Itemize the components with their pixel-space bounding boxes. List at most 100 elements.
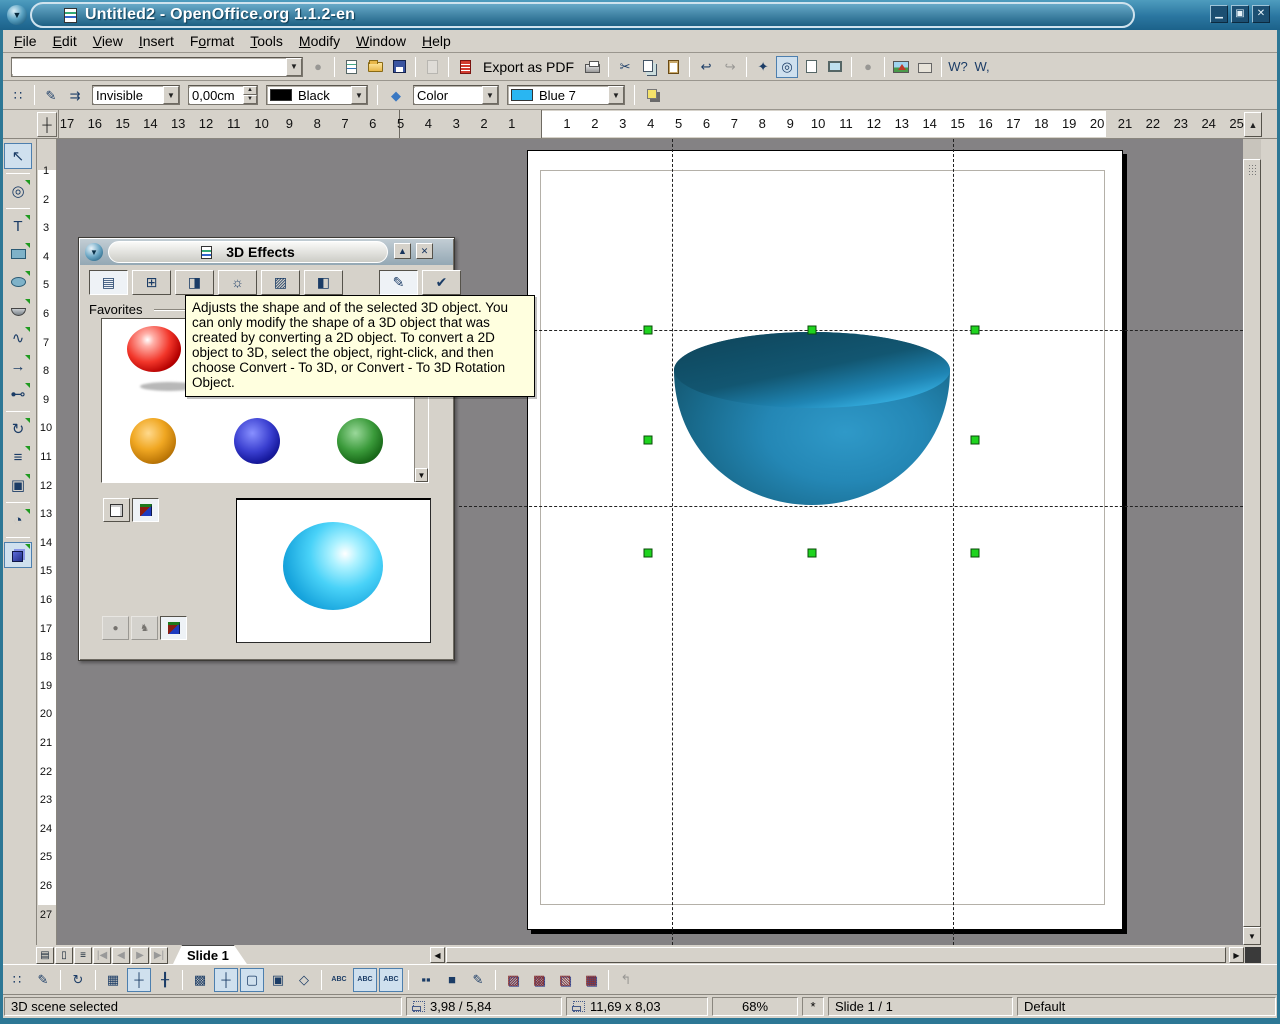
dialog-titlebar[interactable]: ▼ 3D Effects ▲ ✕ (80, 239, 453, 265)
helplines-while-moving-icon[interactable]: ╂ (153, 968, 177, 992)
menu-window[interactable]: Window (348, 31, 414, 51)
insert-tool[interactable]: ◔ (4, 507, 32, 533)
text-placeholder-icon[interactable]: ▧ (553, 968, 577, 992)
rotation-mode-icon[interactable]: ↻ (66, 968, 90, 992)
favorite-orange-sphere[interactable] (130, 418, 176, 464)
tab-illumination[interactable]: ☼ (218, 270, 257, 295)
fill-color-value[interactable] (536, 88, 608, 103)
snap-line-vertical-2[interactable] (953, 139, 954, 945)
selection-handle[interactable] (971, 436, 980, 445)
chevron-down-icon[interactable]: ▼ (351, 86, 367, 104)
zoom-icon[interactable]: ◎ (776, 56, 798, 78)
scroll-down-button[interactable]: ▼ (1243, 927, 1261, 945)
fill-type-value[interactable] (414, 88, 482, 103)
shadow-icon[interactable] (642, 84, 664, 106)
menu-edit[interactable]: Edit (45, 31, 85, 51)
line-color-combo[interactable]: ▼ (266, 85, 368, 105)
paste-icon[interactable] (662, 56, 684, 78)
menu-insert[interactable]: Insert (131, 31, 182, 51)
menu-tools[interactable]: Tools (242, 31, 291, 51)
line-color-value[interactable] (295, 88, 351, 103)
vertical-scrollbar-thumb[interactable] (1243, 159, 1261, 927)
chevron-down-icon[interactable]: ▼ (608, 86, 624, 104)
favorite-blue-sphere[interactable] (234, 418, 280, 464)
selection-handle[interactable] (971, 326, 980, 335)
horizontal-scrollbar-thumb[interactable] (446, 947, 1226, 963)
modify-with-attributes-icon[interactable]: ✎ (466, 968, 490, 992)
undo-icon[interactable]: ↩ (695, 56, 717, 78)
chevron-down-icon[interactable]: ▼ (286, 58, 302, 76)
chevron-down-icon[interactable]: ▼ (163, 86, 179, 104)
vertical-ruler[interactable]: 1234567891011121314151617181920212223242… (37, 139, 57, 945)
select-tool[interactable]: ↖ (4, 143, 32, 169)
snap-to-snap-lines-icon[interactable]: ┼ (214, 968, 238, 992)
snap-to-page-margins-icon[interactable]: ▢ (240, 968, 264, 992)
3d-bowl-object[interactable] (662, 325, 962, 525)
snap-to-grid-icon[interactable]: ▩ (188, 968, 212, 992)
pen-style-icon[interactable]: ✎ (40, 84, 62, 106)
rollup-button[interactable]: ▲ (394, 243, 411, 259)
horizontal-scrollbar[interactable]: ◀ ▶ (430, 947, 1261, 963)
picture-placeholder-icon[interactable]: ▨ (501, 968, 525, 992)
chevron-down-icon[interactable]: ▼ (482, 86, 498, 104)
selection-handle[interactable] (644, 436, 653, 445)
save-document-icon[interactable] (388, 56, 410, 78)
scroll-up-button[interactable]: ▲ (1244, 112, 1262, 137)
line-style-combo[interactable]: ▼ (92, 85, 180, 105)
zoom-tool[interactable]: ◎ (4, 178, 32, 204)
copy-icon[interactable] (638, 56, 660, 78)
quick-edit-pen-icon[interactable]: ✎ (31, 968, 55, 992)
status-size[interactable]: 11,69 x 8,03 (566, 997, 708, 1016)
line-width-value[interactable] (189, 88, 243, 103)
objects-3d-tool[interactable] (4, 297, 32, 323)
menu-file[interactable]: File (6, 31, 45, 51)
new-document-icon[interactable] (340, 56, 362, 78)
dialog-menu-button[interactable]: ▼ (85, 243, 103, 261)
edit-points-mode-icon[interactable]: ∷ (5, 968, 29, 992)
assign-button[interactable]: ✔ (422, 270, 461, 295)
line-width-spinner[interactable]: ▲▼ (243, 86, 257, 104)
maximize-button[interactable]: ▣ (1231, 5, 1249, 23)
open-document-icon[interactable] (364, 56, 386, 78)
print-icon[interactable] (581, 56, 603, 78)
minimize-button[interactable]: ▁ (1210, 5, 1228, 23)
alignment-tool[interactable]: ≡ (4, 444, 32, 470)
select-text-area-icon[interactable]: ABC (327, 968, 351, 992)
slide-view-button[interactable]: ▯ (55, 947, 73, 964)
show-grid-icon[interactable]: ▦ (101, 968, 125, 992)
convert-to-rotation-object-button[interactable] (132, 498, 159, 522)
dialog-close-button[interactable]: ✕ (416, 243, 433, 259)
contour-mode-icon[interactable]: ▩ (527, 968, 551, 992)
status-slide[interactable]: Slide 1 / 1 (828, 997, 1013, 1016)
close-button[interactable]: ✕ (1252, 5, 1270, 23)
export-pdf-label[interactable]: Export as PDF (478, 56, 579, 78)
tab-favorites[interactable]: ▤ (89, 270, 128, 295)
show-snap-lines-icon[interactable]: ┼ (127, 968, 151, 992)
ellipse-tool[interactable] (4, 269, 32, 295)
menu-view[interactable]: View (85, 31, 131, 51)
url-combo[interactable]: ▼ (11, 57, 303, 77)
tab-material[interactable]: ◧ (304, 270, 343, 295)
whats-this-help-icon[interactable]: W? (947, 56, 969, 78)
scroll-right-button[interactable]: ▶ (1229, 947, 1244, 963)
selection-handle[interactable] (808, 326, 817, 335)
tab-slide-1[interactable]: Slide 1 (173, 945, 247, 964)
curve-tool[interactable]: ∿ (4, 325, 32, 351)
help-agent-icon[interactable]: W, (971, 56, 993, 78)
update-button[interactable]: ✎ (379, 270, 418, 295)
line-contour-icon[interactable]: ▦ (579, 968, 603, 992)
selection-handle[interactable] (971, 549, 980, 558)
navigator-icon[interactable]: ✦ (752, 56, 774, 78)
status-layout[interactable]: Default (1017, 997, 1276, 1016)
background-view-button[interactable]: ≡ (74, 947, 92, 964)
preview-cube-button[interactable] (160, 616, 187, 640)
favorite-red-sphere[interactable] (127, 326, 181, 372)
status-position[interactable]: 3,98 / 5,84 (406, 997, 562, 1016)
fill-bucket-icon[interactable]: ◆ (385, 84, 407, 106)
rotate-tool[interactable]: ↻ (4, 416, 32, 442)
tab-textures[interactable]: ▨ (261, 270, 300, 295)
convert-to-3d-button[interactable] (103, 498, 130, 522)
ruler-origin-box[interactable]: ┼ (37, 112, 57, 137)
tab-geometry[interactable]: ⊞ (132, 270, 171, 295)
menu-help[interactable]: Help (414, 31, 459, 51)
